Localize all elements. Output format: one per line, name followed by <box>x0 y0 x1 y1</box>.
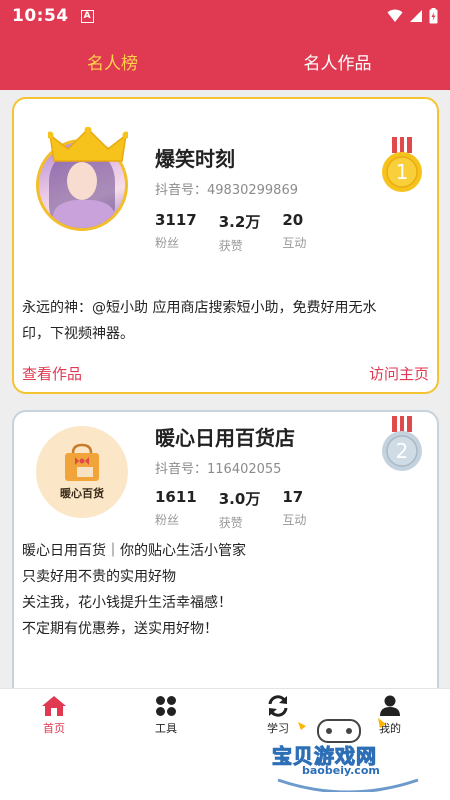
douyin-id: 抖音号：49830299869 <box>155 183 298 198</box>
grid-icon <box>156 696 176 716</box>
avatar: 暖心百货 <box>36 426 128 518</box>
avatar-label: 暖心百货 <box>60 487 104 500</box>
battery-icon <box>429 8 438 24</box>
stat-likes: 3.2万 获赞 <box>218 213 261 253</box>
status-time: 10:54 <box>12 6 69 26</box>
stat-likes: 3.0万 获赞 <box>218 490 261 530</box>
watermark-url: baobeiy.com <box>302 764 380 777</box>
gold-medal-icon: 1 <box>382 137 422 192</box>
shopping-bag-icon <box>65 443 99 481</box>
nav-home[interactable]: 首页 <box>24 695 84 736</box>
stat-interactions: 17 互动 <box>282 488 307 527</box>
wifi-icon <box>387 9 403 22</box>
home-icon <box>42 696 66 716</box>
medal-rank: 2 <box>396 439 409 463</box>
stats-row: 1611 粉丝 3.0万 获赞 17 互动 <box>155 488 306 531</box>
signal-icon <box>410 10 422 22</box>
stat-fans: 1611 粉丝 <box>155 488 197 527</box>
tab-celebrity-works[interactable]: 名人作品 <box>225 32 450 90</box>
card-actions: 查看作品 访问主页 <box>22 363 429 384</box>
ranking-card-2: 暖心百货 暖心日用百货店 抖音号：116402055 1611 粉丝 3.0万 获赞… <box>12 410 439 688</box>
silver-medal-icon: 2 <box>382 416 422 471</box>
visit-homepage-link[interactable]: 访问主页 <box>369 363 429 384</box>
ranking-list[interactable]: 爆笑时刻 抖音号：49830299869 3117 粉丝 3.2万 获赞 20 互动 … <box>0 90 450 688</box>
tab-celebrity-ranking[interactable]: 名人榜 <box>0 32 225 90</box>
ranking-card-1: 爆笑时刻 抖音号：49830299869 3117 粉丝 3.2万 获赞 20 互动 … <box>12 97 439 394</box>
view-works-link[interactable]: 查看作品 <box>22 363 82 384</box>
stat-fans: 3117 粉丝 <box>155 211 197 250</box>
avatar-wrap[interactable]: 暖心百货 <box>36 426 128 518</box>
creator-name: 暖心日用百货店 <box>155 426 295 450</box>
top-tab-bar: 名人榜 名人作品 <box>0 32 450 90</box>
crown-icon <box>48 127 128 162</box>
notification-a-icon: A <box>80 9 94 23</box>
status-bar: 10:54 A <box>0 0 450 32</box>
medal-rank: 1 <box>396 160 409 184</box>
creator-description: 永远的神：@短小助 应用商店搜索短小助，免费好用无水 印，下视频神器。 <box>22 300 377 342</box>
douyin-id: 抖音号：116402055 <box>155 462 282 477</box>
stats-row: 3117 粉丝 3.2万 获赞 20 互动 <box>155 211 306 254</box>
avatar-with-crown[interactable] <box>36 127 128 231</box>
stat-interactions: 20 互动 <box>282 211 307 250</box>
nav-tools[interactable]: 工具 <box>136 695 196 736</box>
creator-name: 爆笑时刻 <box>155 147 235 171</box>
creator-description: 暖心日用百货｜你的贴心生活小管家 只卖好用不贵的实用好物 关注我，花小钱提升生活… <box>22 543 246 637</box>
